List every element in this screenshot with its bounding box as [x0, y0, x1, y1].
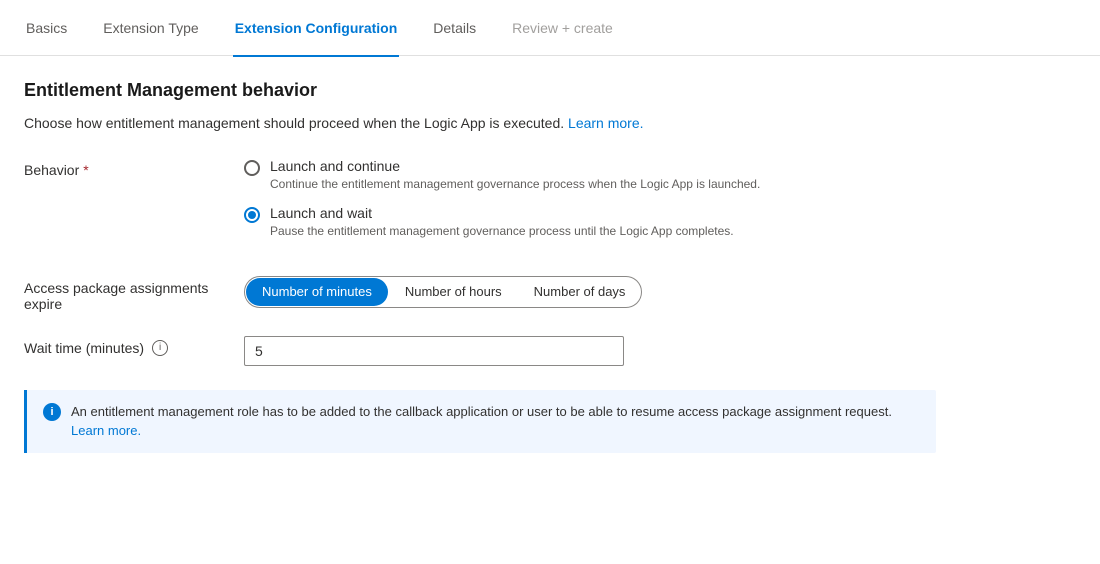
toggle-minutes[interactable]: Number of minutes	[246, 278, 388, 306]
wait-time-label-container: Wait time (minutes) i	[24, 336, 244, 356]
section-description-text: Choose how entitlement management should…	[24, 115, 564, 131]
tab-basics-label: Basics	[26, 20, 67, 36]
radio-launch-wait-label: Launch and wait	[270, 205, 734, 221]
radio-launch-wait-input[interactable]	[244, 207, 260, 223]
behavior-row: Behavior * Launch and continue Continue …	[24, 158, 936, 252]
behavior-options: Launch and continue Continue the entitle…	[244, 158, 936, 252]
main-content: Entitlement Management behavior Choose h…	[0, 56, 960, 477]
radio-launch-wait-desc: Pause the entitlement management governa…	[270, 223, 734, 240]
radio-launch-continue-text: Launch and continue Continue the entitle…	[270, 158, 760, 193]
radio-launch-wait-text: Launch and wait Pause the entitlement ma…	[270, 205, 734, 240]
expire-label-line2: expire	[24, 296, 244, 312]
info-banner-text: An entitlement management role has to be…	[71, 404, 892, 419]
info-banner-text-container: An entitlement management role has to be…	[71, 402, 920, 441]
section-description: Choose how entitlement management should…	[24, 113, 936, 134]
wait-time-input-container	[244, 336, 936, 366]
radio-launch-continue-desc: Continue the entitlement management gove…	[270, 176, 760, 193]
info-banner-icon: i	[43, 403, 61, 421]
toggle-days[interactable]: Number of days	[518, 276, 642, 308]
radio-launch-continue[interactable]: Launch and continue Continue the entitle…	[244, 158, 936, 193]
radio-launch-wait-inner	[248, 211, 256, 219]
learn-more-link-top[interactable]: Learn more.	[568, 115, 643, 131]
expire-toggle-group-container: Number of minutes Number of hours Number…	[244, 276, 936, 308]
learn-more-link-banner[interactable]: Learn more.	[71, 423, 141, 438]
nav-tabs: Basics Extension Type Extension Configur…	[0, 0, 1100, 56]
behavior-label-container: Behavior *	[24, 158, 244, 178]
tab-extension-type-label: Extension Type	[103, 20, 198, 36]
wait-time-input[interactable]	[244, 336, 624, 366]
radio-launch-continue-input[interactable]	[244, 160, 260, 176]
tab-review-create-label: Review + create	[512, 20, 613, 36]
wait-time-tooltip-icon[interactable]: i	[152, 340, 168, 356]
tab-details[interactable]: Details	[431, 1, 478, 57]
radio-launch-wait[interactable]: Launch and wait Pause the entitlement ma…	[244, 205, 936, 240]
tab-details-label: Details	[433, 20, 476, 36]
tab-basics[interactable]: Basics	[24, 1, 69, 57]
radio-launch-continue-label: Launch and continue	[270, 158, 760, 174]
section-title: Entitlement Management behavior	[24, 80, 936, 101]
tab-extension-configuration[interactable]: Extension Configuration	[233, 1, 400, 57]
expire-row: Access package assignments expire Number…	[24, 276, 936, 312]
info-banner: i An entitlement management role has to …	[24, 390, 936, 453]
tab-extension-configuration-label: Extension Configuration	[235, 20, 398, 36]
tab-extension-type[interactable]: Extension Type	[101, 1, 200, 57]
wait-time-label: Wait time (minutes)	[24, 340, 144, 356]
behavior-label-text: Behavior	[24, 162, 79, 178]
toggle-hours[interactable]: Number of hours	[389, 276, 518, 308]
required-star: *	[83, 162, 88, 178]
wait-time-row: Wait time (minutes) i	[24, 336, 936, 366]
expire-label-line1: Access package assignments	[24, 280, 244, 296]
expire-label-container: Access package assignments expire	[24, 276, 244, 312]
tab-review-create: Review + create	[510, 1, 615, 57]
expire-toggle-group: Number of minutes Number of hours Number…	[244, 276, 642, 308]
